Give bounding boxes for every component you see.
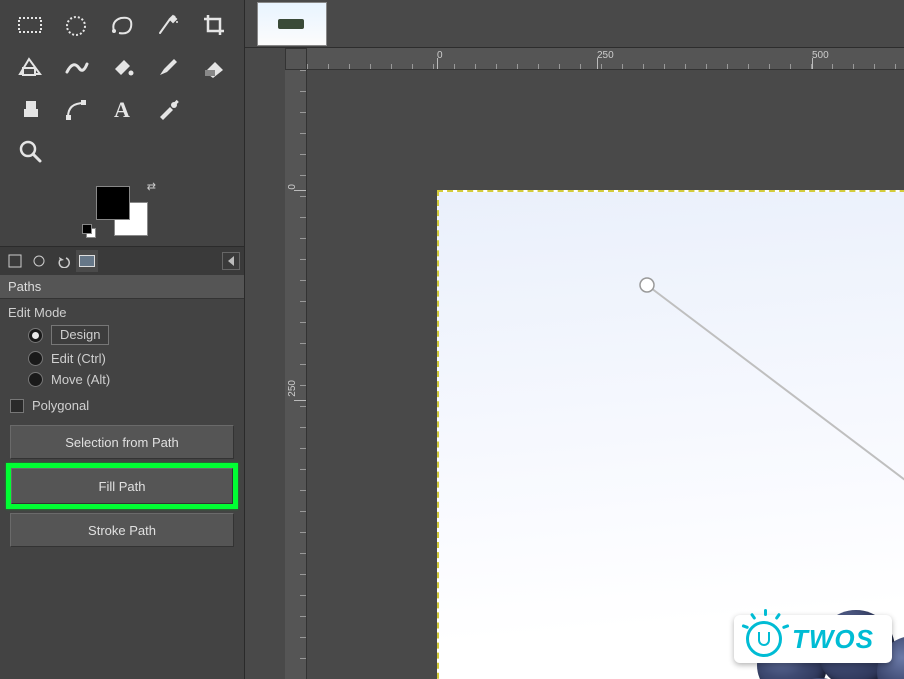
checkbox-label: Polygonal	[32, 398, 89, 413]
lightbulb-icon	[746, 621, 782, 657]
tool-options-tabs	[0, 247, 244, 275]
color-swatch[interactable]: ⇄	[0, 174, 244, 246]
horizontal-ruler[interactable]: 0 250 500	[307, 48, 904, 70]
tab-device-status[interactable]	[28, 250, 50, 272]
fill-path-highlight: Fill Path	[6, 463, 238, 509]
checkbox-icon	[10, 399, 24, 413]
clone-tool[interactable]	[10, 90, 50, 128]
radio-label: Design	[51, 325, 109, 345]
paths-panel-title: Paths	[0, 275, 244, 299]
button-label: Fill Path	[99, 479, 146, 494]
selection-from-path-button[interactable]: Selection from Path	[10, 425, 234, 459]
ruler-mark: 0	[287, 184, 298, 190]
tab-undo-history[interactable]	[52, 250, 74, 272]
stroke-path-button[interactable]: Stroke Path	[10, 513, 234, 547]
default-colors-icon[interactable]	[82, 224, 96, 238]
text-tool[interactable]: A	[102, 90, 142, 128]
polygonal-option[interactable]: Polygonal	[0, 390, 244, 421]
svg-text:A: A	[114, 97, 130, 121]
panel-menu-icon[interactable]	[222, 252, 240, 270]
bucket-fill-tool[interactable]	[102, 48, 142, 86]
paintbrush-tool[interactable]	[148, 48, 188, 86]
tab-tool-options[interactable]	[4, 250, 26, 272]
toolbox: A	[0, 0, 244, 170]
ellipse-select-tool[interactable]	[56, 6, 96, 44]
free-select-tool[interactable]	[102, 6, 142, 44]
radio-icon	[28, 372, 43, 387]
watermark-badge: TWOS	[734, 615, 892, 663]
color-picker-tool[interactable]	[148, 90, 188, 128]
ruler-mark: 500	[812, 50, 829, 61]
watermark-text: TWOS	[792, 624, 874, 655]
edit-mode-move[interactable]: Move (Alt)	[0, 369, 244, 390]
crop-tool[interactable]	[194, 6, 234, 44]
ruler-mark: 250	[287, 380, 298, 397]
radio-icon	[28, 328, 43, 343]
eraser-tool[interactable]	[194, 48, 234, 86]
foreground-color-swatch[interactable]	[96, 186, 130, 220]
paths-tool[interactable]	[56, 90, 96, 128]
rectangle-select-tool[interactable]	[10, 6, 50, 44]
fill-path-button[interactable]: Fill Path	[11, 468, 233, 504]
ruler-corner[interactable]	[285, 48, 307, 70]
unified-transform-tool[interactable]	[10, 48, 50, 86]
image-tab-bar	[245, 0, 904, 48]
canvas-viewport[interactable]	[307, 70, 904, 679]
radio-label: Edit (Ctrl)	[51, 351, 106, 366]
radio-icon	[28, 351, 43, 366]
button-label: Selection from Path	[65, 435, 178, 450]
image-tab-thumbnail[interactable]	[257, 2, 327, 46]
edit-mode-edit[interactable]: Edit (Ctrl)	[0, 348, 244, 369]
button-label: Stroke Path	[88, 523, 156, 538]
radio-label: Move (Alt)	[51, 372, 110, 387]
edit-mode-design[interactable]: Design	[0, 322, 244, 348]
tab-images[interactable]	[76, 250, 98, 272]
toolbox-panel: A ⇄ Paths Edit Mode Design	[0, 0, 245, 679]
fuzzy-select-tool[interactable]	[148, 6, 188, 44]
swap-colors-icon[interactable]: ⇄	[147, 180, 156, 193]
vertical-ruler[interactable]: 0 250	[285, 70, 307, 679]
ruler-mark: 250	[597, 50, 614, 61]
warp-tool[interactable]	[56, 48, 96, 86]
edit-mode-label: Edit Mode	[0, 299, 244, 322]
zoom-tool[interactable]	[10, 132, 50, 170]
